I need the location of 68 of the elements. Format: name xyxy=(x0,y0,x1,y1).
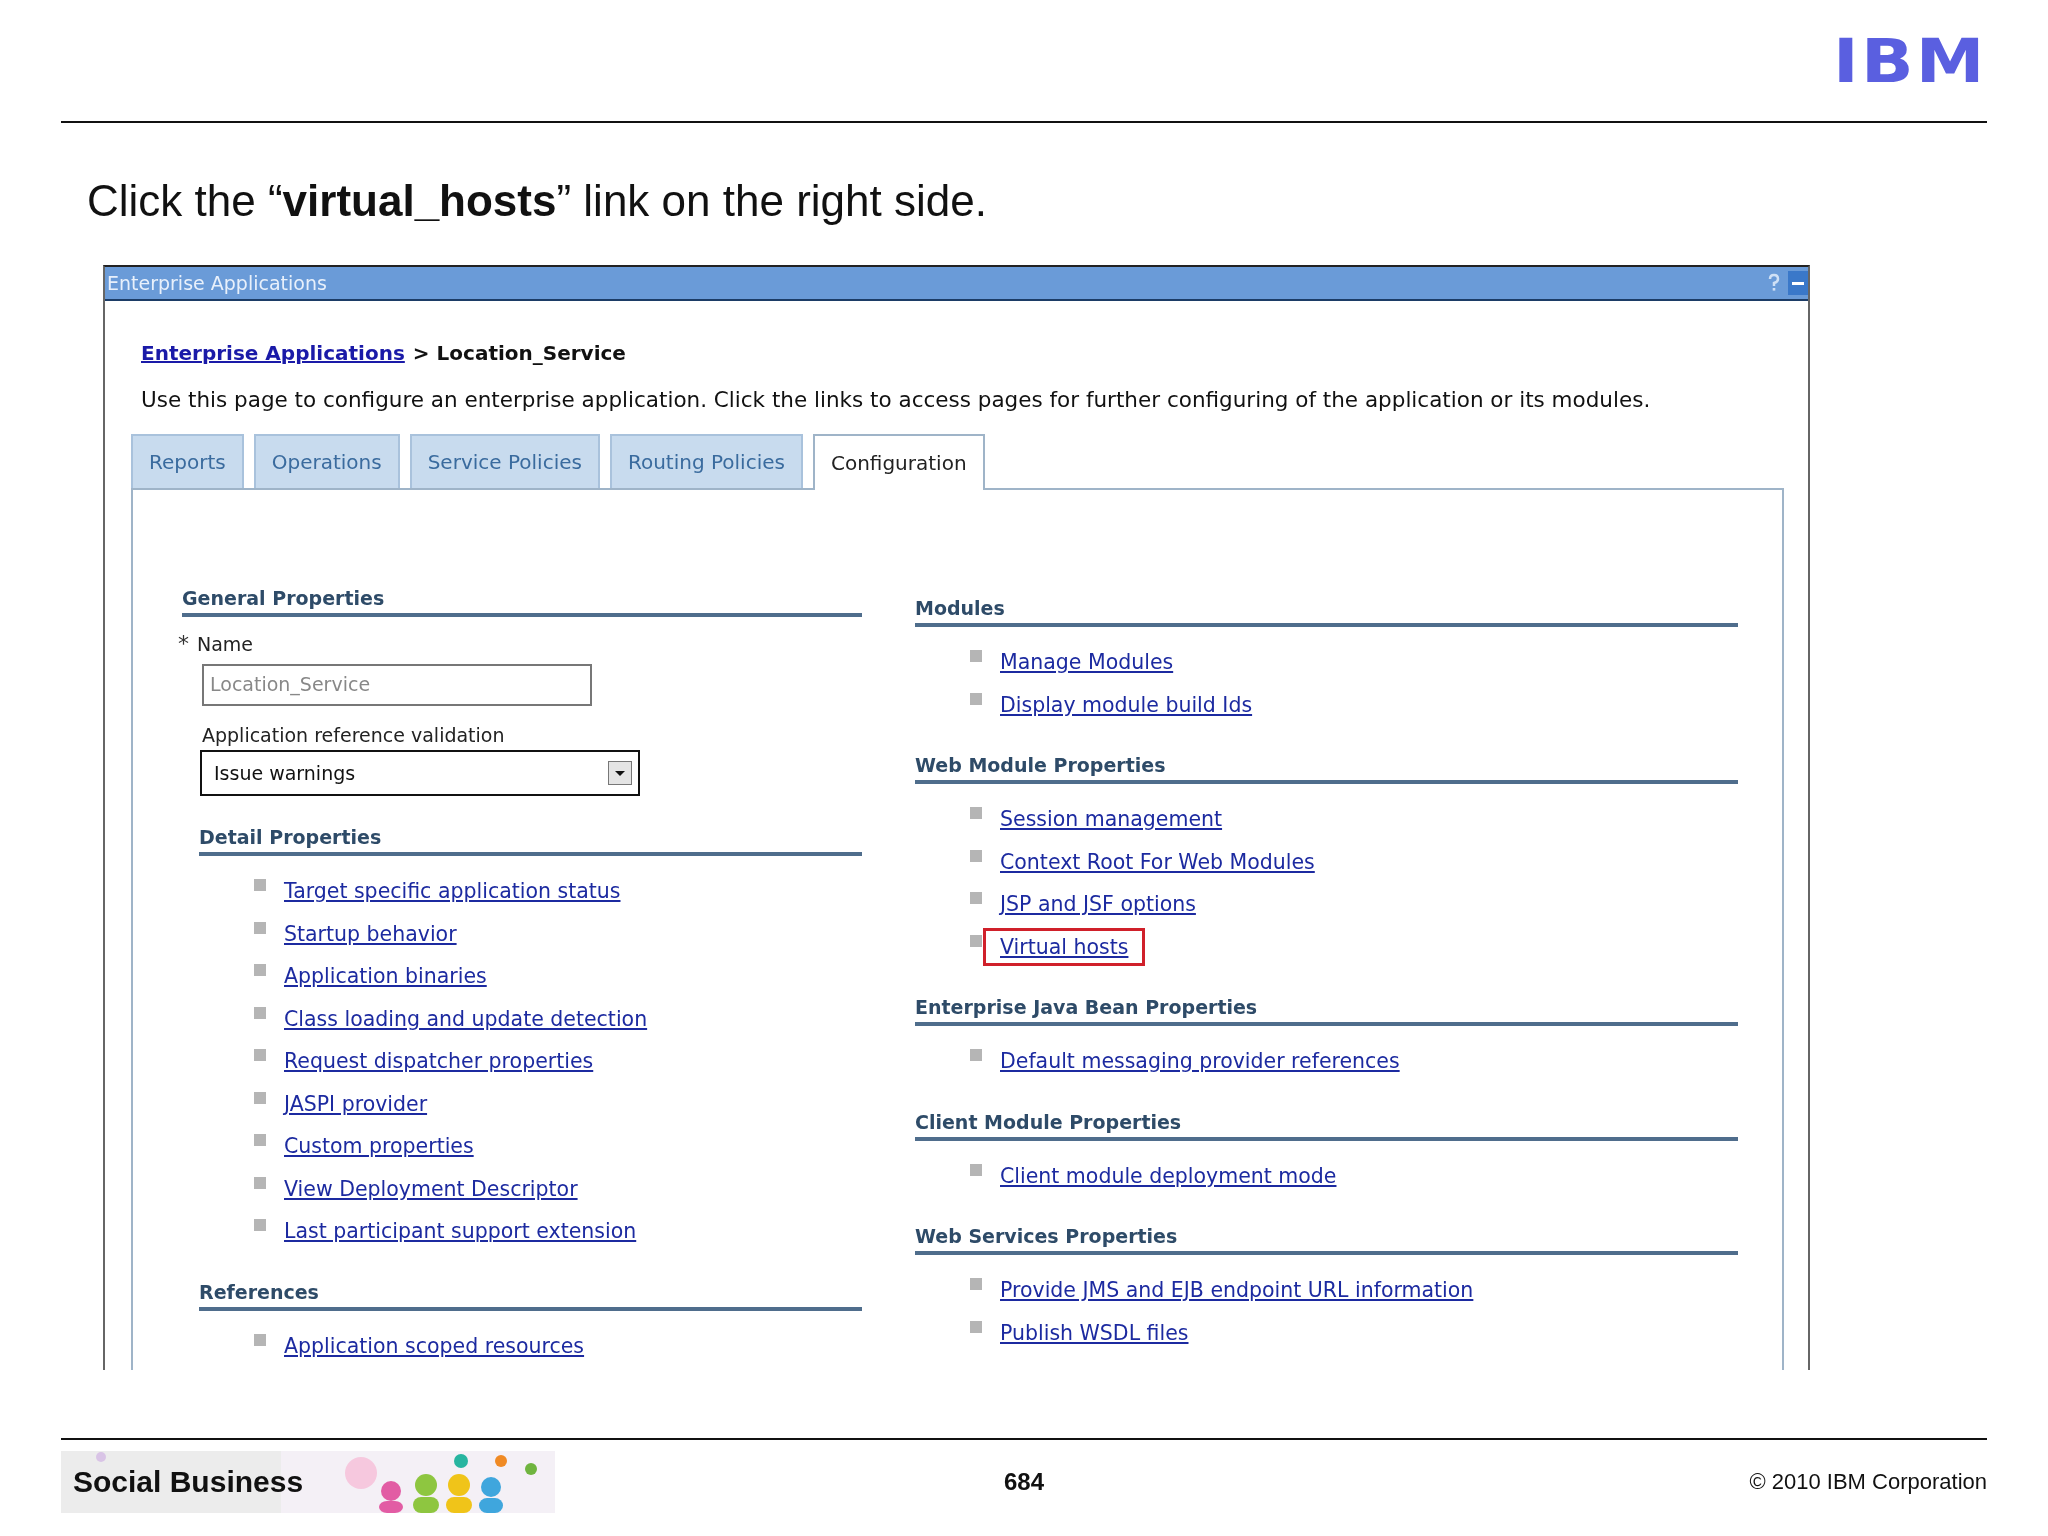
breadcrumb-link[interactable]: Enterprise Applications xyxy=(141,341,405,365)
bullet-icon xyxy=(970,892,982,905)
validation-dropdown[interactable]: Issue warnings xyxy=(200,750,640,796)
bullet-icon xyxy=(254,879,266,892)
section-header: General Properties xyxy=(182,585,862,617)
link[interactable]: Manage Modules xyxy=(1000,650,1174,675)
instruction-text: Click the “virtual_hosts” link on the right side. xyxy=(87,175,988,227)
bullet-icon xyxy=(254,1134,266,1147)
brand-text: Social Business xyxy=(73,1465,304,1499)
minimize-icon[interactable] xyxy=(1788,271,1808,295)
link[interactable]: Default messaging provider references xyxy=(1000,1049,1400,1074)
bullet-icon xyxy=(970,650,982,663)
bullet-icon xyxy=(254,1049,266,1062)
bullet-icon xyxy=(254,964,266,977)
logo: IBM xyxy=(1833,29,1987,92)
link[interactable]: JSP and JSF options xyxy=(1000,892,1196,917)
link[interactable]: View Deployment Descriptor xyxy=(284,1176,578,1201)
field-label: Name xyxy=(197,632,254,655)
link[interactable]: Virtual hosts xyxy=(983,927,1146,966)
link[interactable]: Session management xyxy=(1000,807,1223,832)
page-number: 684 xyxy=(1002,1468,1045,1496)
breadcrumb-current: > Location_Service xyxy=(412,341,626,365)
name-field[interactable]: Location_Service xyxy=(202,664,592,706)
bullet-icon xyxy=(970,934,982,947)
required-mark: * xyxy=(178,631,189,656)
section-header: Web Services Properties xyxy=(915,1223,1738,1255)
bullet-icon xyxy=(254,1333,266,1346)
link[interactable]: Application scoped resources xyxy=(284,1333,585,1358)
bullet-icon xyxy=(254,1006,266,1019)
section-header: Modules xyxy=(915,595,1738,627)
section-header: Detail Properties xyxy=(199,824,862,856)
link[interactable]: Target specific application status xyxy=(284,879,621,904)
link[interactable]: Startup behavior xyxy=(284,921,457,946)
link[interactable]: Client module deployment mode xyxy=(1000,1163,1337,1188)
bullet-icon xyxy=(254,1091,266,1104)
section-header: Web Module Properties xyxy=(915,752,1738,784)
section-header: References xyxy=(199,1278,862,1311)
bullet-icon xyxy=(254,1219,266,1232)
bullet-icon xyxy=(970,807,982,820)
link[interactable]: Request dispatcher properties xyxy=(284,1049,594,1074)
copyright: © 2010 IBM Corporation xyxy=(1749,1469,1987,1495)
bullet-icon xyxy=(254,1176,266,1189)
tab[interactable]: Routing Policies xyxy=(609,434,803,488)
link[interactable]: Context Root For Web Modules xyxy=(1000,849,1315,874)
link[interactable]: Publish WSDL files xyxy=(1000,1320,1189,1345)
bullet-icon xyxy=(970,849,982,862)
window-title: Enterprise Applications xyxy=(106,272,327,294)
link[interactable]: Class loading and update detection xyxy=(284,1006,648,1031)
tab[interactable]: Reports xyxy=(131,434,244,488)
bullet-icon xyxy=(970,692,982,705)
link[interactable]: Custom properties xyxy=(284,1134,474,1159)
link[interactable]: Last participant support extension xyxy=(284,1219,637,1244)
section-header: Enterprise Java Bean Properties xyxy=(915,994,1738,1026)
tab[interactable]: Operations xyxy=(253,434,400,488)
bullet-icon xyxy=(254,921,266,934)
tab[interactable]: Configuration xyxy=(812,434,985,490)
link[interactable]: Display module build Ids xyxy=(1000,692,1253,717)
field-label: Application reference validation xyxy=(202,724,506,746)
page-description: Use this page to configure an enterprise application. Click the links to access pages for further configuring of the application or its modules. xyxy=(141,387,1652,412)
bullet-icon xyxy=(970,1049,982,1062)
tab[interactable]: Service Policies xyxy=(409,434,600,488)
bullet-icon xyxy=(970,1278,982,1291)
bullet-icon xyxy=(970,1163,982,1176)
link[interactable]: Provide JMS and EJB endpoint URL information xyxy=(1000,1278,1474,1303)
section-header: Client Module Properties xyxy=(915,1108,1738,1141)
bullet-icon xyxy=(970,1320,982,1333)
link[interactable]: JASPI provider xyxy=(284,1091,428,1116)
link[interactable]: Application binaries xyxy=(284,964,487,989)
